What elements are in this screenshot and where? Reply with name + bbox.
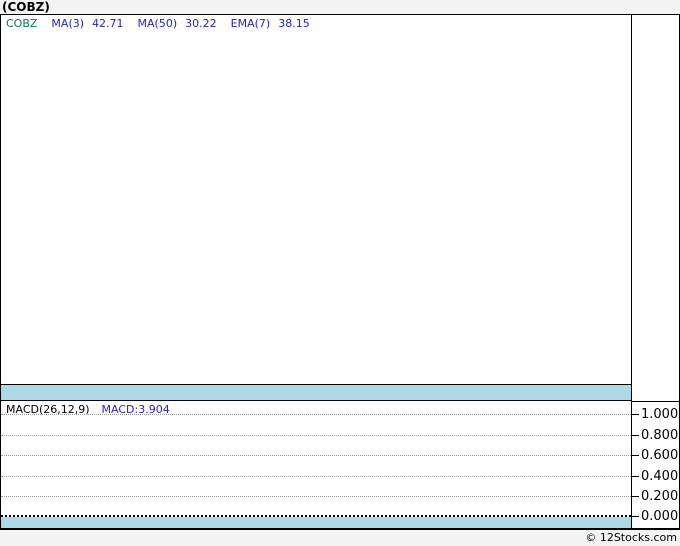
tick-mark <box>632 454 639 456</box>
axis-tick-label: 0.400 <box>641 468 679 484</box>
axis-tick-row: 0.600 <box>632 447 679 463</box>
axis-tick-row: 1.000 <box>632 406 679 422</box>
price-chart-panel: COBZ MA(3) 42.71 MA(50) 30.22 EMA(7) 38.15 MAC… <box>0 14 632 530</box>
tick-mark <box>632 495 639 497</box>
macd-gridline-1.000 <box>1 414 631 415</box>
axis-tick-label: 0.200 <box>641 488 679 504</box>
ma3-label: MA(3) <box>51 17 85 30</box>
macd-gridline-0.800 <box>1 435 631 436</box>
tick-mark <box>632 413 639 415</box>
axis-panel-divider <box>632 401 679 402</box>
page-title: (COBZ) <box>2 0 50 14</box>
ema7-value: 38.15 <box>278 17 310 30</box>
macd-gridline-0.600 <box>1 455 631 456</box>
symbol-label: COBZ <box>6 17 38 30</box>
axis-tick-row: 0.800 <box>632 427 679 443</box>
axis-tick-label: 0.800 <box>641 427 679 443</box>
ma50-label: MA(50) <box>137 17 178 30</box>
divider-band-top <box>1 384 631 401</box>
axis-tick-row: 0.200 <box>632 488 679 504</box>
ma50-value: 30.22 <box>185 17 217 30</box>
axis-tick-label: 0.000 <box>641 508 679 524</box>
ma3-value: 42.71 <box>92 17 124 30</box>
divider-band-bottom <box>1 517 631 528</box>
tick-mark <box>632 434 639 436</box>
footer-credit: © 12Stocks.com <box>585 531 677 544</box>
tick-mark <box>632 475 639 477</box>
ema7-label: EMA(7) <box>230 17 271 30</box>
axis-tick-label: 1.000 <box>641 406 679 422</box>
macd-axis-panel: 1.000 0.800 0.600 0.400 0.200 0.000 <box>631 14 680 530</box>
price-legend: COBZ MA(3) 42.71 MA(50) 30.22 EMA(7) 38.15 <box>6 17 324 30</box>
stock-chart-page: (COBZ) COBZ MA(3) 42.71 MA(50) 30.22 EMA(7) 38… <box>0 0 680 546</box>
macd-gridline-0.200 <box>1 496 631 497</box>
axis-tick-row: 0.400 <box>632 468 679 484</box>
tick-mark <box>632 515 639 517</box>
axis-tick-label: 0.600 <box>641 447 679 463</box>
macd-gridline-0.400 <box>1 476 631 477</box>
axis-tick-row: 0.000 <box>632 508 679 524</box>
